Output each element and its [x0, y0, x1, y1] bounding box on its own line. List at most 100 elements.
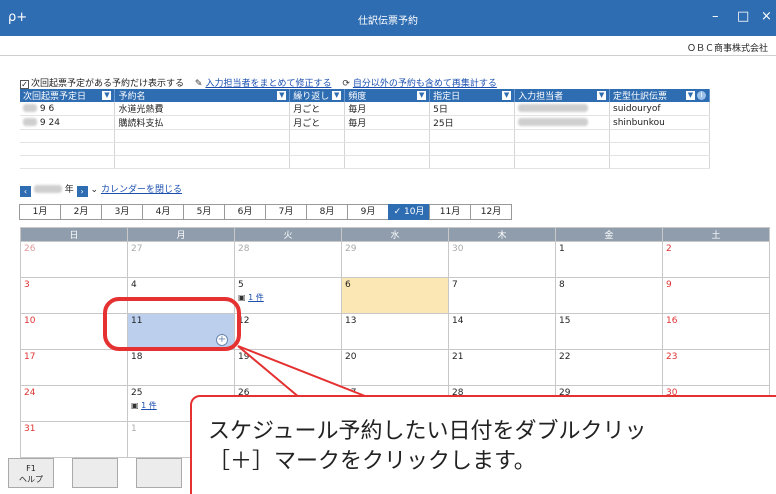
month-tab[interactable]: 3月 — [101, 204, 143, 220]
function-key-button[interactable]: F1 ヘルプ — [8, 458, 54, 488]
calendar-day[interactable]: 13 — [341, 313, 449, 350]
column-header[interactable]: 頻度 ▼ — [344, 89, 431, 102]
calendar-day[interactable]: 2 — [662, 241, 770, 278]
month-tab[interactable]: ✓ 10月 — [388, 204, 430, 220]
calendar-day[interactable]: 24 — [20, 385, 128, 422]
calendar-day[interactable]: 16 — [662, 313, 770, 350]
weekday-label: 月 — [127, 227, 235, 242]
month-tab[interactable]: 1月 — [19, 204, 61, 220]
table-row[interactable] — [20, 142, 710, 156]
day-number: 7 — [452, 280, 458, 290]
instruction-callout: スケジュール予約したい日付をダブルクリッ ［＋］マークをクリックします。 — [190, 395, 776, 494]
day-number: 20 — [345, 352, 357, 362]
bulk-edit-link[interactable]: 入力担当者をまとめて修正する — [205, 79, 331, 89]
table-row[interactable] — [20, 129, 710, 143]
column-header[interactable]: 指定日 ▼ — [429, 89, 516, 102]
month-tab[interactable]: 5月 — [183, 204, 225, 220]
calendar-day[interactable]: 6 — [341, 277, 449, 314]
day-number: 27 — [131, 244, 143, 254]
calendar-day[interactable]: 15 — [555, 313, 663, 350]
column-header[interactable]: 入力担当者 ▼ — [514, 89, 611, 102]
minimize-button[interactable]: – — [712, 9, 719, 24]
month-tab[interactable]: 9月 — [347, 204, 389, 220]
weekday-label: 土 — [662, 227, 770, 242]
day-number: 18 — [131, 352, 143, 362]
divider — [0, 55, 776, 56]
month-tab[interactable]: 8月 — [306, 204, 348, 220]
dropdown-icon: ▼ — [277, 91, 287, 100]
month-tabs: 1月 2月 3月 4月 5月 6月 7月 8月 9月 ✓ 10月 11月 12月 — [19, 204, 512, 220]
calendar-day[interactable]: 19 — [234, 349, 342, 386]
day-number: 1 — [559, 244, 565, 254]
month-tab[interactable]: 2月 — [60, 204, 102, 220]
calendar-day[interactable]: 17 — [20, 349, 128, 386]
calendar-day[interactable]: 22 — [555, 349, 663, 386]
column-header[interactable]: 定型仕訳伝票 i ▼ — [609, 89, 710, 102]
function-key-label: ヘルプ — [19, 475, 43, 484]
day-number: 24 — [24, 388, 36, 398]
calendar-day[interactable]: 8 — [555, 277, 663, 314]
function-key-button[interactable] — [72, 458, 118, 488]
calendar-day[interactable]: 5 ▣ 1 件 — [234, 277, 342, 314]
calendar-icon: ▣ — [238, 293, 249, 302]
reservation-count[interactable]: ▣ 1 件 — [238, 292, 338, 303]
calendar-day[interactable]: 23 — [662, 349, 770, 386]
column-header[interactable]: 次回起票予定日 ▼ — [20, 89, 116, 102]
chevron-down-icon[interactable]: ⌄ — [91, 185, 99, 195]
dropdown-icon: ▼ — [102, 91, 112, 100]
calendar-day[interactable]: 27 — [127, 241, 235, 278]
reservation-table: 次回起票予定日 ▼ 予約名 ▼ 繰り返し ▼ 頻度 ▼ 指定日 ▼ 入力担当者 … — [20, 89, 710, 169]
month-tab[interactable]: 7月 — [265, 204, 307, 220]
month-tab[interactable]: 4月 — [142, 204, 184, 220]
dropdown-icon: ▼ — [417, 91, 427, 100]
calendar-week: 17 18 19 20 21 22 23 — [20, 349, 770, 386]
calendar-day[interactable]: 29 — [341, 241, 449, 278]
column-header[interactable]: 予約名 ▼ — [114, 89, 291, 102]
month-tab[interactable]: 6月 — [224, 204, 266, 220]
column-header[interactable]: 繰り返し ▼ — [289, 89, 346, 102]
day-number: 30 — [452, 244, 464, 254]
function-key-button[interactable] — [136, 458, 182, 488]
calendar-day[interactable]: 12 — [234, 313, 342, 350]
calendar-day[interactable]: 9 — [662, 277, 770, 314]
weekday-label: 火 — [234, 227, 342, 242]
calendar-day[interactable]: 20 — [341, 349, 449, 386]
next-year-button[interactable]: › — [76, 186, 88, 197]
function-key-bar: F1 ヘルプ — [8, 458, 200, 488]
close-calendar-link[interactable]: カレンダーを閉じる — [101, 185, 182, 195]
prev-year-button[interactable]: ‹ — [20, 186, 31, 197]
calendar-day[interactable]: 14 — [448, 313, 556, 350]
day-number: 22 — [559, 352, 571, 362]
reservation-count-link[interactable]: 1 件 — [141, 401, 157, 410]
table-row[interactable]: 9 24 購読料支払 月ごと 毎月 25日 shinbunkou — [20, 115, 710, 130]
calendar-day[interactable]: 31 — [20, 421, 128, 458]
calendar-day[interactable]: 18 — [127, 349, 235, 386]
calendar-day[interactable]: 28 — [234, 241, 342, 278]
month-tab[interactable]: 12月 — [470, 204, 512, 220]
table-row[interactable]: 9 6 水道光熱費 月ごと 毎月 5日 suidouryof — [20, 102, 710, 116]
day-number: 26 — [24, 244, 36, 254]
day-number: 3 — [24, 280, 30, 290]
close-button[interactable]: × — [761, 9, 772, 24]
calendar-day[interactable]: 21 — [448, 349, 556, 386]
calendar-day[interactable]: 7 — [448, 277, 556, 314]
recount-link[interactable]: 自分以外の予約も含めて再集計する — [353, 79, 497, 89]
month-tab[interactable]: 11月 — [429, 204, 471, 220]
reservation-count-link[interactable]: 1 件 — [248, 293, 264, 302]
filter-checkbox[interactable]: ✓ — [20, 80, 29, 89]
day-number: 29 — [345, 244, 357, 254]
calendar-day[interactable]: 1 — [555, 241, 663, 278]
maximize-button[interactable]: □ — [737, 9, 749, 24]
day-number: 8 — [559, 280, 565, 290]
calendar-day[interactable]: 30 — [448, 241, 556, 278]
refresh-icon: ⟳ — [342, 79, 350, 89]
calendar-day[interactable]: 26 — [20, 241, 128, 278]
dropdown-icon: ▼ — [686, 91, 695, 100]
day-number: 1 — [131, 424, 137, 434]
table-row[interactable] — [20, 155, 710, 169]
redacted-year — [33, 185, 62, 193]
day-number: 19 — [238, 352, 250, 362]
day-number: 4 — [131, 280, 137, 290]
callout-line: スケジュール予約したい日付をダブルクリッ — [208, 419, 647, 444]
function-key-code: F1 — [26, 464, 36, 473]
